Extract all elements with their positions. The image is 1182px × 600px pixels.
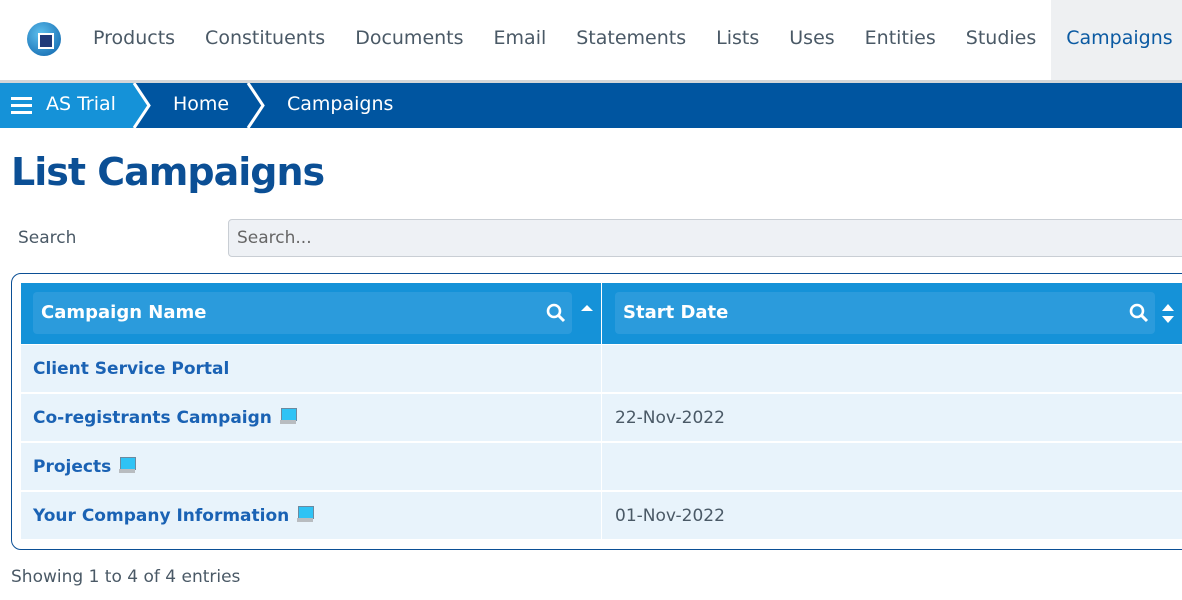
search-input[interactable] <box>228 219 1182 257</box>
menu-icon[interactable] <box>11 97 32 114</box>
start-date: 01-Nov-2022 <box>615 506 725 526</box>
breadcrumb-home[interactable]: Home <box>173 93 229 115</box>
column-label: Start Date <box>623 302 729 323</box>
campaign-link[interactable]: Client Service Portal <box>33 359 229 379</box>
nav-products[interactable]: Products <box>78 0 190 80</box>
campaign-link[interactable]: Your Company Information <box>33 506 289 526</box>
sort-both-icon[interactable] <box>1161 303 1175 325</box>
nav-constituents[interactable]: Constituents <box>190 0 340 80</box>
nav-studies[interactable]: Studies <box>951 0 1051 80</box>
top-nav: Products Constituents Documents Email St… <box>0 0 1182 80</box>
search-label: Search <box>18 228 77 248</box>
nav-documents[interactable]: Documents <box>340 0 478 80</box>
column-campaign-name[interactable]: Campaign Name <box>33 292 572 334</box>
campaign-link[interactable]: Projects <box>33 457 111 477</box>
logo[interactable] <box>27 22 61 56</box>
table-info: Showing 1 to 4 of 4 entries <box>11 567 241 587</box>
chevron-right-icon <box>132 83 151 128</box>
desktop-icon <box>119 457 137 474</box>
start-date: 22-Nov-2022 <box>615 408 725 428</box>
nav-uses[interactable]: Uses <box>774 0 849 80</box>
nav-lists[interactable]: Lists <box>701 0 774 80</box>
search-icon[interactable] <box>546 303 566 323</box>
nav-email[interactable]: Email <box>479 0 562 80</box>
sort-ascending-icon[interactable] <box>580 303 594 313</box>
column-start-date[interactable]: Start Date <box>615 292 1155 334</box>
nav-entities[interactable]: Entities <box>850 0 951 80</box>
breadcrumb-as-trial[interactable]: AS Trial <box>46 93 116 115</box>
column-label: Campaign Name <box>41 302 207 323</box>
search-icon[interactable] <box>1129 303 1149 323</box>
nav-campaigns[interactable]: Campaigns <box>1051 0 1182 80</box>
page-title: List Campaigns <box>11 150 325 194</box>
campaigns-table: Campaign Name Start Date Client Service … <box>11 273 1182 550</box>
campaign-link[interactable]: Co-registrants Campaign <box>33 408 272 428</box>
chevron-right-icon <box>246 83 265 128</box>
column-divider <box>601 283 602 541</box>
laptop-icon <box>297 506 315 523</box>
laptop-icon <box>279 408 297 425</box>
breadcrumb-campaigns: Campaigns <box>287 93 394 115</box>
nav-statements[interactable]: Statements <box>561 0 701 80</box>
breadcrumb: AS Trial Home Campaigns <box>0 83 1182 128</box>
